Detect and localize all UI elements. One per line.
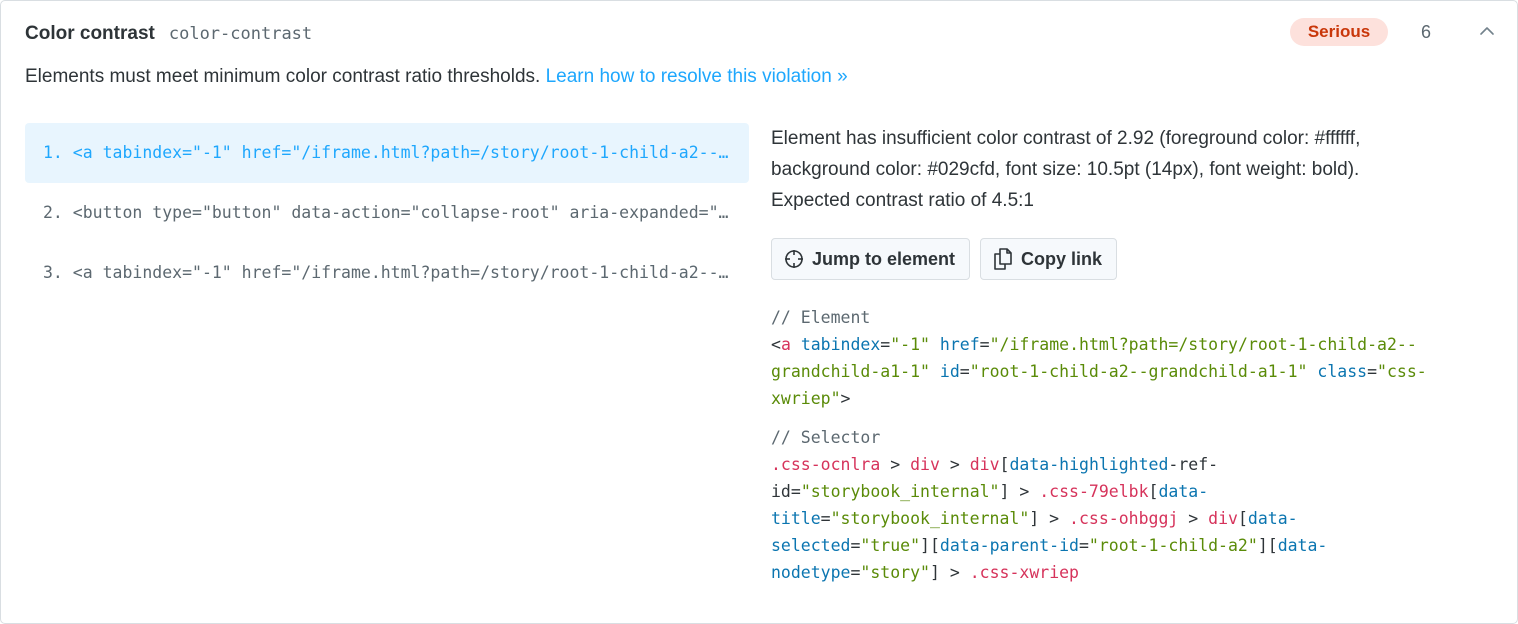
rule-id: color-contrast (168, 24, 313, 44)
node-list: 1. <a tabindex="-1" href="/iframe.html?p… (25, 123, 749, 303)
element-html-code: // Element <a tabindex="-1" href="/ifram… (771, 308, 1427, 408)
impact-badge: Serious (1290, 18, 1388, 46)
violation-count: 6 (1421, 22, 1432, 42)
rule-description: Elements must meet minimum color contras… (25, 66, 848, 88)
learn-link[interactable]: Learn how to resolve this violation » (546, 66, 848, 87)
failure-message-line: Expected contrast ratio of 4.5:1 (771, 190, 1034, 211)
list-item[interactable]: 3. <a tabindex="-1" href="/iframe.html?p… (25, 243, 749, 303)
jump-to-element-label: Jump to element (812, 248, 956, 269)
location-icon (785, 250, 803, 268)
chevron-up-icon[interactable] (1479, 25, 1495, 37)
rule-title: Color contrast (25, 23, 155, 44)
failure-message-line: Element has insufficient color contrast … (771, 128, 1361, 149)
selector-code: // Selector .css-ocnlra > div > div[data… (771, 428, 1328, 582)
jump-to-element-button[interactable]: Jump to element (771, 238, 971, 280)
node-detail: Element has insufficient color contrast … (771, 123, 1501, 586)
copy-icon (994, 248, 1012, 270)
failure-message-line: background color: #029cfd, font size: 10… (771, 159, 1360, 180)
selector-comment: // Selector (771, 428, 881, 447)
copy-link-button[interactable]: Copy link (980, 238, 1118, 280)
element-comment: // Element (771, 308, 871, 327)
action-buttons: Jump to element Copy link (771, 238, 1501, 280)
list-item[interactable]: 1. <a tabindex="-1" href="/iframe.html?p… (25, 123, 749, 183)
list-item[interactable]: 2. <button type="button" data-action="co… (25, 183, 749, 243)
failure-message: Element has insufficient color contrast … (771, 123, 1501, 216)
copy-link-label: Copy link (1021, 248, 1103, 269)
violation-card: Color contrast color-contrast Serious 6 … (0, 0, 1518, 624)
rule-description-text: Elements must meet minimum color contras… (25, 66, 541, 87)
